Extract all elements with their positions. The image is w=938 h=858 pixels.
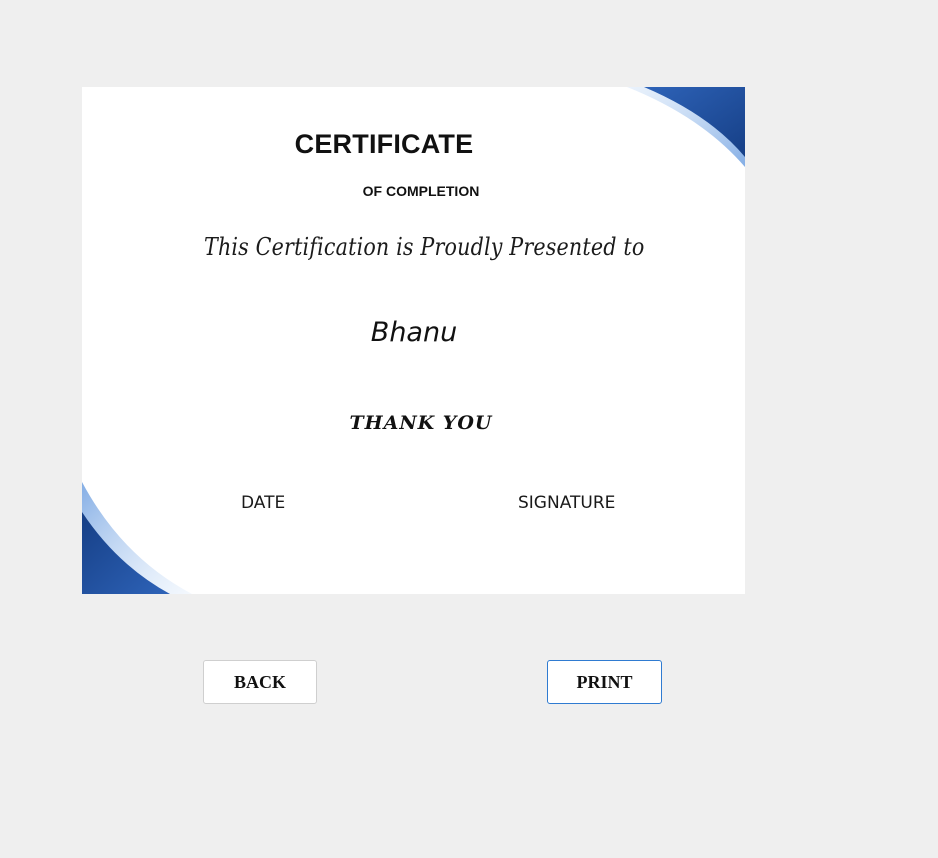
print-button[interactable]: PRINT <box>547 660 662 704</box>
signature-label: SIGNATURE <box>518 493 616 513</box>
presented-to-text: This Certification is Proudly Presented … <box>204 233 645 261</box>
certificate-title: CERTIFICATE <box>294 129 474 159</box>
thank-you-text: THANK YOU <box>349 412 493 434</box>
certificate-panel: CERTIFICATE OF COMPLETION This Certifica… <box>82 87 745 594</box>
back-button[interactable]: BACK <box>203 660 317 704</box>
certificate-subtitle: OF COMPLETION <box>362 183 480 199</box>
recipient-name: Bhanu <box>370 317 458 348</box>
date-label: DATE <box>241 493 286 513</box>
